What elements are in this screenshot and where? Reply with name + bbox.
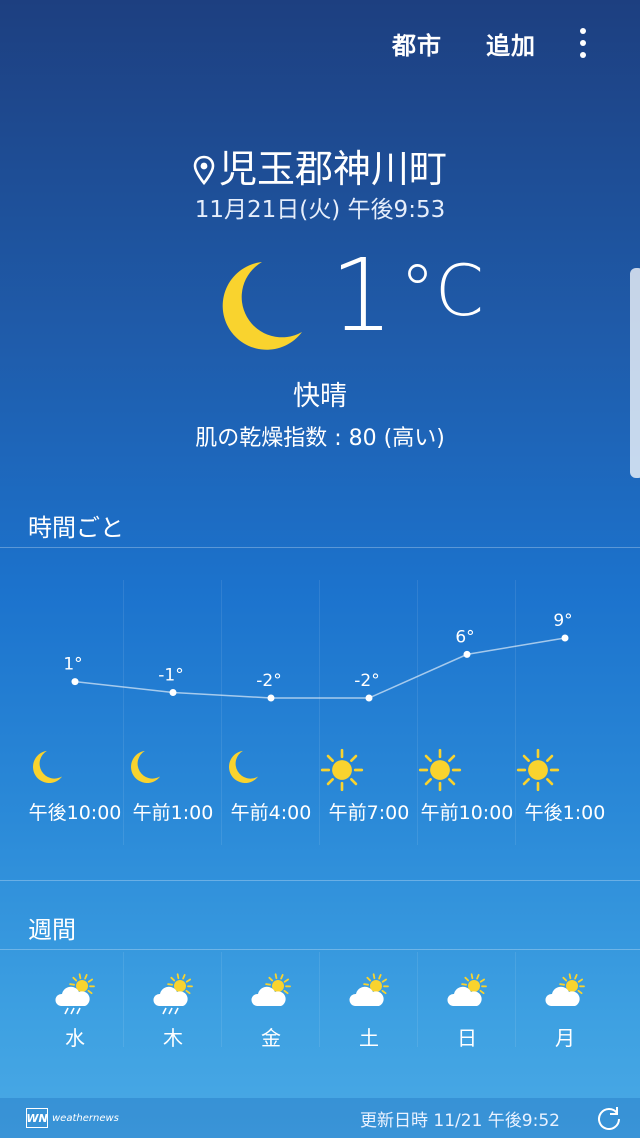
current-datetime: 11月21日(火) 午後9:53 — [194, 197, 446, 223]
sun-cloud-icon — [516, 972, 614, 1016]
sun-cloud-icon — [418, 972, 516, 1016]
hourly-item[interactable]: 午後1:00 — [516, 580, 614, 850]
divider — [0, 547, 640, 548]
sun-cloud-icon — [222, 972, 320, 1016]
hourly-item[interactable]: 午前4:00 — [222, 580, 320, 850]
weekday-label: 金 — [261, 1026, 281, 1050]
weekly-day[interactable]: 土 — [320, 952, 418, 1052]
sun-cloud-rain-icon — [26, 972, 124, 1016]
weekday-label: 土 — [359, 1026, 379, 1050]
hourly-time: 午後10:00 — [28, 802, 122, 824]
column-separator — [417, 952, 418, 1047]
weathernews-logo[interactable]: WN weathernews — [26, 1108, 119, 1128]
top-toolbar: 都市 追加 — [0, 0, 640, 90]
city-button[interactable]: 都市 — [392, 26, 442, 61]
weekly-day[interactable]: 水 — [26, 952, 124, 1052]
weekly-day[interactable]: 日 — [418, 952, 516, 1052]
column-separator — [123, 580, 124, 845]
column-separator — [221, 952, 222, 1047]
last-updated: 更新日時 11/21 午後9:52 — [360, 1111, 560, 1131]
hourly-section-title: 時間ごと — [28, 514, 124, 542]
divider — [0, 949, 640, 950]
divider — [0, 880, 640, 881]
column-separator — [221, 580, 222, 845]
location-pin-icon — [193, 150, 215, 194]
column-separator — [515, 580, 516, 845]
location-name: 児玉郡神川町 — [218, 147, 447, 191]
footer-bar: WN weathernews 更新日時 11/21 午後9:52 — [0, 1098, 640, 1138]
add-button[interactable]: 追加 — [486, 26, 536, 61]
weekly-day[interactable]: 金 — [222, 952, 320, 1052]
sun-cloud-icon — [320, 972, 418, 1016]
refresh-icon[interactable] — [596, 1105, 622, 1135]
hourly-time: 午前4:00 — [230, 802, 312, 824]
hourly-item[interactable]: 午前1:00 — [124, 580, 222, 850]
column-separator — [417, 580, 418, 845]
weather-condition: 快晴 — [293, 381, 347, 412]
moon-icon — [210, 258, 306, 358]
hourly-time: 午後1:00 — [524, 802, 606, 824]
hourly-forecast[interactable]: 1° -1° -2° -2° 6° 9° 午後10:00 午前1:00 午前4:00 午前7:0… — [0, 580, 640, 850]
current-temperature: 1 — [330, 237, 394, 354]
sun-cloud-rain-icon — [124, 972, 222, 1016]
side-drawer-handle[interactable] — [630, 268, 640, 478]
column-separator — [123, 952, 124, 1047]
weekly-section-title: 週間 — [28, 916, 76, 944]
weekly-day[interactable]: 木 — [124, 952, 222, 1052]
weekday-label: 月 — [555, 1026, 575, 1050]
column-separator — [319, 952, 320, 1047]
weekday-label: 木 — [163, 1026, 183, 1050]
weekday-label: 日 — [457, 1026, 477, 1050]
hourly-item[interactable]: 午前10:00 — [418, 580, 516, 850]
weekday-label: 水 — [65, 1026, 85, 1050]
location-title[interactable]: 児玉郡神川町 — [0, 138, 640, 194]
hourly-time: 午前10:00 — [420, 802, 514, 824]
hourly-item[interactable]: 午後10:00 — [26, 580, 124, 850]
column-separator — [515, 952, 516, 1047]
hourly-time: 午前1:00 — [132, 802, 214, 824]
weekly-forecast[interactable]: 水木金土日月 — [0, 952, 640, 1052]
weekly-day[interactable]: 月 — [516, 952, 614, 1052]
hourly-time: 午前7:00 — [328, 802, 410, 824]
skin-dryness-index: 肌の乾燥指数 : 80 (高い) — [195, 426, 445, 451]
hourly-item[interactable]: 午前7:00 — [320, 580, 418, 850]
more-options-icon[interactable] — [568, 26, 598, 60]
column-separator — [319, 580, 320, 845]
temperature-unit: °C — [400, 250, 484, 332]
